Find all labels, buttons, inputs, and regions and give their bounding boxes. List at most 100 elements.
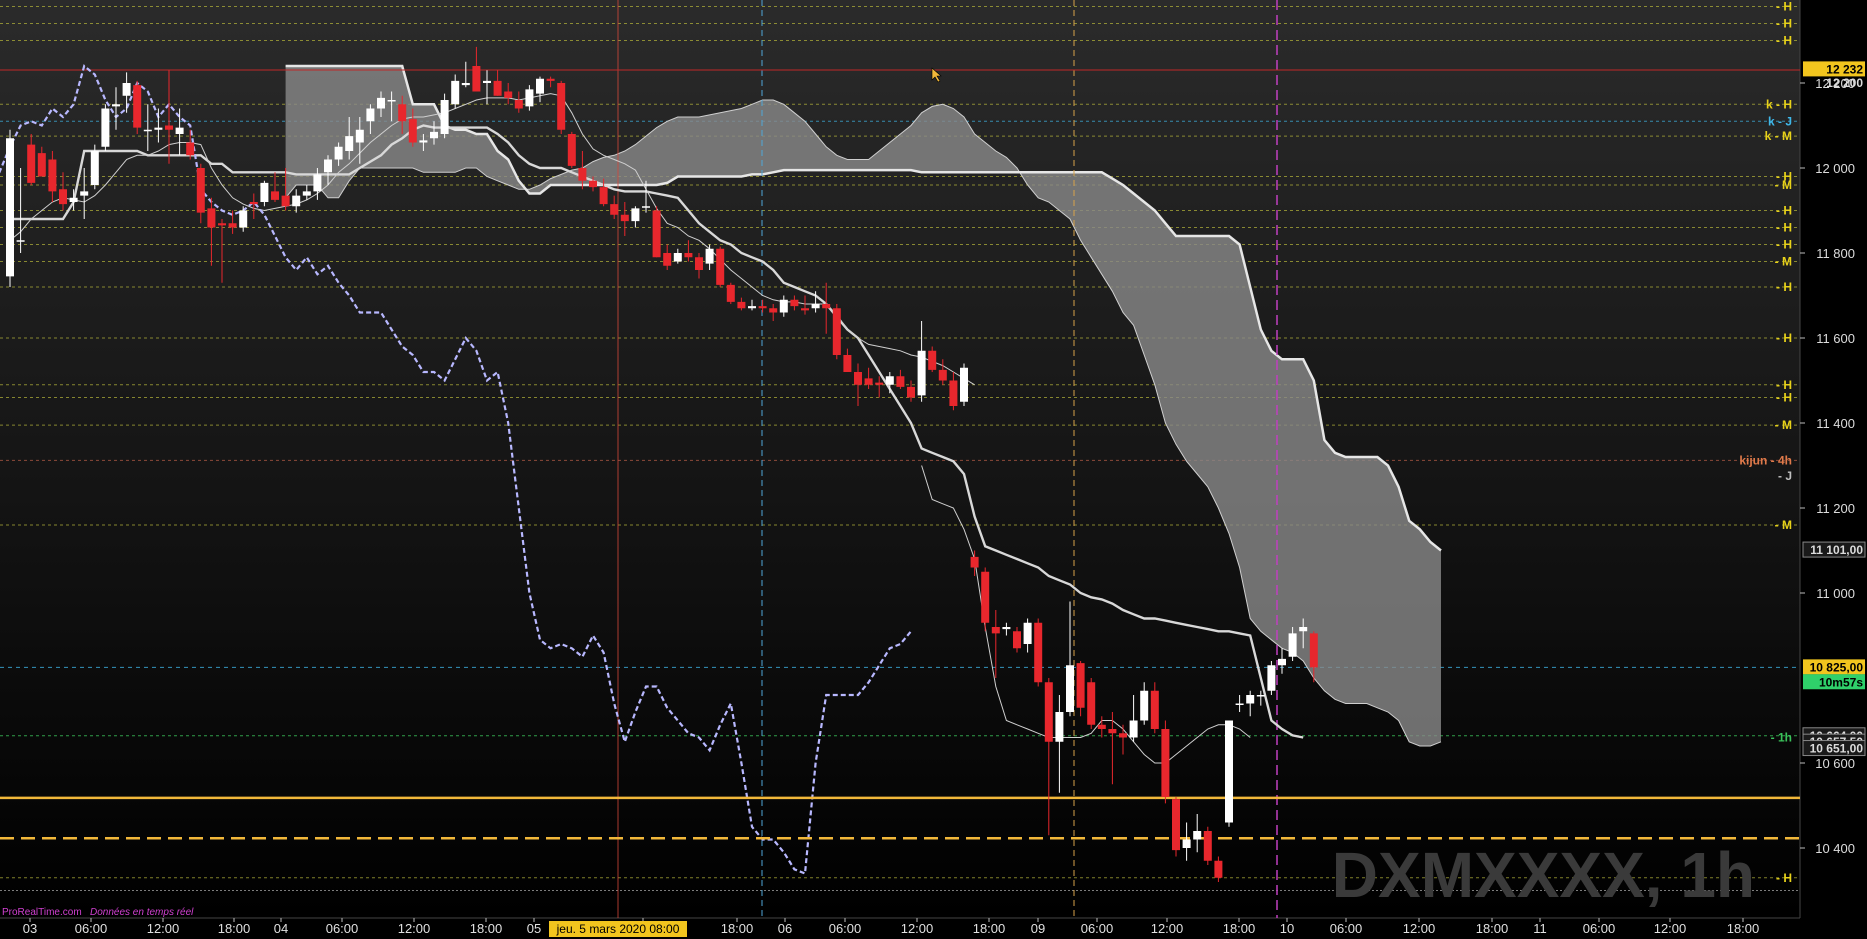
time-tick-label: 06:00 <box>75 921 108 936</box>
candle-body <box>472 66 481 92</box>
candle-body <box>504 91 513 98</box>
candle-body <box>1034 622 1043 683</box>
candle-body <box>673 253 682 262</box>
candle-body <box>59 189 67 205</box>
price-tick-label: 11 200 <box>1816 501 1855 516</box>
candle-body <box>631 208 640 222</box>
candle-body <box>101 108 110 147</box>
candle-body <box>1256 695 1265 697</box>
time-tick-label: 04 <box>274 921 288 936</box>
time-tick-label: 06:00 <box>829 921 862 936</box>
level-label: - H <box>1776 238 1792 252</box>
candle-body <box>928 350 937 370</box>
time-tick-label: 06:00 <box>1081 921 1114 936</box>
candle-body <box>69 197 78 202</box>
candle-body <box>716 248 725 285</box>
candle-body <box>907 386 915 398</box>
candle-body <box>271 191 279 200</box>
candle-body <box>483 80 491 83</box>
candle-body <box>90 151 99 185</box>
candle-body <box>334 146 343 160</box>
time-tick-label: 18:00 <box>218 921 251 936</box>
time-tick-label: 18:00 <box>1223 921 1256 936</box>
candle-body <box>970 556 979 568</box>
time-tick-label: 09 <box>1031 921 1045 936</box>
candle-body <box>260 182 269 202</box>
candle-body <box>1246 695 1255 704</box>
candle-body <box>663 253 672 266</box>
candle-body <box>302 191 311 196</box>
candle-body <box>175 127 184 134</box>
candle-body <box>6 138 14 277</box>
candle-body <box>1214 860 1223 878</box>
candle-body <box>1278 658 1286 666</box>
candle-body <box>875 382 884 385</box>
candle-body <box>642 206 650 208</box>
level-label: - H <box>1776 221 1792 235</box>
price-tag-label: 10 825,00 <box>1810 660 1864 674</box>
candle-body <box>1193 831 1202 840</box>
candle-body <box>355 129 364 143</box>
time-tick-label: 18:00 <box>1727 921 1760 936</box>
level-label: - 1h <box>1771 731 1792 745</box>
candle-body <box>1087 682 1096 725</box>
candle-body <box>917 350 926 396</box>
price-axis-panel <box>1800 0 1867 939</box>
price-tick-label: 11 800 <box>1816 246 1855 261</box>
candle-body <box>1172 799 1180 851</box>
time-tick-label: 05 <box>527 921 541 936</box>
candle-body <box>112 104 120 107</box>
candle-body <box>1066 665 1074 712</box>
candle-body <box>281 195 290 207</box>
price-tick-label: 10 400 <box>1815 841 1855 856</box>
candle-body <box>536 78 544 94</box>
candle-body <box>938 369 947 381</box>
time-tick-label: 18:00 <box>470 921 503 936</box>
level-label: k - J <box>1768 114 1792 128</box>
candlestick-chart[interactable]: DXMXXXX, 1h ProRealTime.com Données en t… <box>0 0 1867 939</box>
candle-body <box>748 306 756 309</box>
candle-body <box>737 301 746 309</box>
candle-body <box>122 83 131 96</box>
candle-body <box>1203 831 1212 861</box>
price-tick-label: 11 600 <box>1816 331 1855 346</box>
level-label: - H <box>1776 204 1792 218</box>
candle-body <box>1002 627 1011 630</box>
price-tag-label: 10 651,00 <box>1810 742 1864 756</box>
candle-body <box>313 174 322 192</box>
candle-body <box>48 159 57 192</box>
candle-body <box>1119 733 1127 738</box>
candle-body <box>1140 690 1149 721</box>
price-tag-label: 11 101,00 <box>1810 543 1863 557</box>
symbol-watermark: DXMXXXX, 1h <box>1332 839 1755 911</box>
level-label: - M <box>1775 178 1792 192</box>
candle-body <box>599 187 608 205</box>
level-label: - H <box>1776 0 1792 14</box>
candle-body <box>292 195 301 207</box>
price-tag-label: 10m57s <box>1819 675 1863 689</box>
candle-body <box>1044 682 1053 742</box>
time-tick-label: 06:00 <box>1330 921 1363 936</box>
candle-body <box>991 627 1000 634</box>
time-tick-label: 12:00 <box>1654 921 1687 936</box>
time-tick-label: 12:00 <box>1151 921 1184 936</box>
candle-body <box>811 304 820 309</box>
candle-body <box>493 80 502 96</box>
candle-body <box>461 83 470 86</box>
candle-body <box>514 100 523 109</box>
level-label: - H <box>1776 391 1792 405</box>
candle-body <box>652 210 661 258</box>
candle-body <box>1076 663 1085 708</box>
candle-body <box>1299 627 1308 632</box>
candle-body <box>398 104 407 122</box>
time-tick-label: 12:00 <box>901 921 934 936</box>
candle-body <box>589 180 597 188</box>
candle-body <box>228 223 237 228</box>
level-label: - M <box>1775 255 1792 269</box>
time-tick-label: 10 <box>1280 921 1294 936</box>
candle-body <box>822 304 831 309</box>
svg-text:jeu. 5 mars 2020 08:00: jeu. 5 mars 2020 08:00 <box>556 922 680 936</box>
time-tick-label: 06:00 <box>326 921 359 936</box>
realtime-label: Données en temps réel <box>90 907 194 918</box>
price-tag-label: 12 232 <box>1826 62 1863 76</box>
